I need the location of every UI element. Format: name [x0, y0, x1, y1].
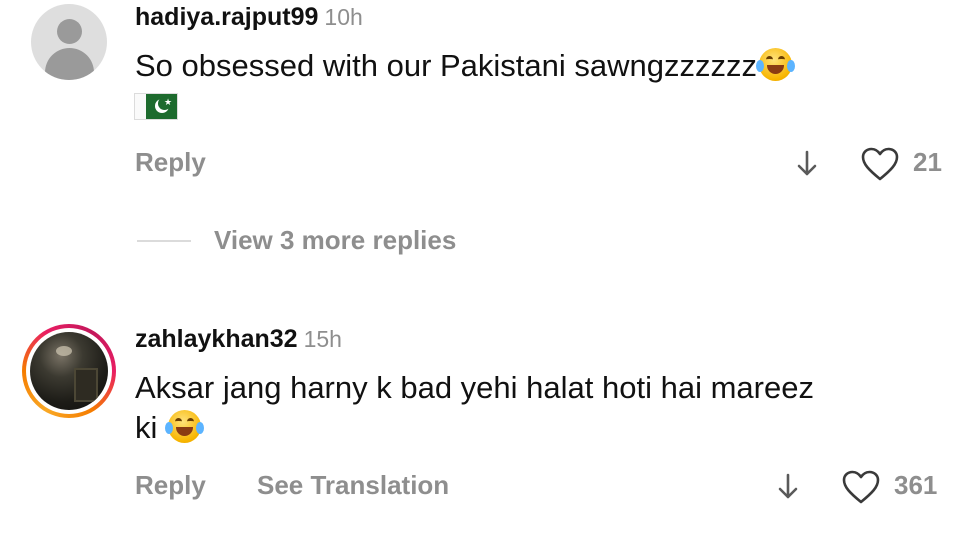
see-translation-button[interactable]: See Translation	[257, 470, 449, 501]
comment-header: hadiya.rajput99 10h	[135, 3, 363, 32]
timestamp: 15h	[303, 326, 342, 352]
avatar-story-ring[interactable]	[22, 324, 116, 418]
like-count: 361	[894, 470, 938, 500]
view-more-replies-button[interactable]: View 3 more replies	[214, 225, 456, 256]
face-with-tears-of-joy-icon	[165, 410, 205, 443]
heart-outline-icon[interactable]	[841, 469, 881, 505]
username[interactable]: hadiya.rajput99	[135, 3, 318, 31]
face-with-tears-of-joy-icon	[756, 48, 796, 81]
comment-header: zahlaykhan32 15h	[135, 325, 342, 354]
comment-text: So obsessed with our Pakistani sawngzzzz…	[135, 47, 796, 85]
comment-text-line1: Aksar jang harny k bad yehi halat hoti h…	[135, 370, 814, 405]
arrow-down-icon[interactable]	[796, 150, 818, 178]
replies-divider	[137, 240, 191, 242]
reply-button[interactable]: Reply	[135, 470, 206, 501]
comment-text-line2: ki	[135, 409, 205, 447]
like-count: 21	[913, 147, 942, 177]
username[interactable]: zahlaykhan32	[135, 325, 298, 353]
default-avatar-icon	[57, 19, 82, 44]
reply-button[interactable]: Reply	[135, 147, 206, 178]
heart-outline-icon[interactable]	[860, 146, 900, 182]
avatar-default[interactable]	[31, 4, 107, 80]
timestamp: 10h	[324, 4, 363, 30]
arrow-down-icon[interactable]	[777, 473, 799, 501]
pakistan-flag-icon: ★	[135, 94, 177, 119]
avatar-photo	[30, 332, 108, 410]
